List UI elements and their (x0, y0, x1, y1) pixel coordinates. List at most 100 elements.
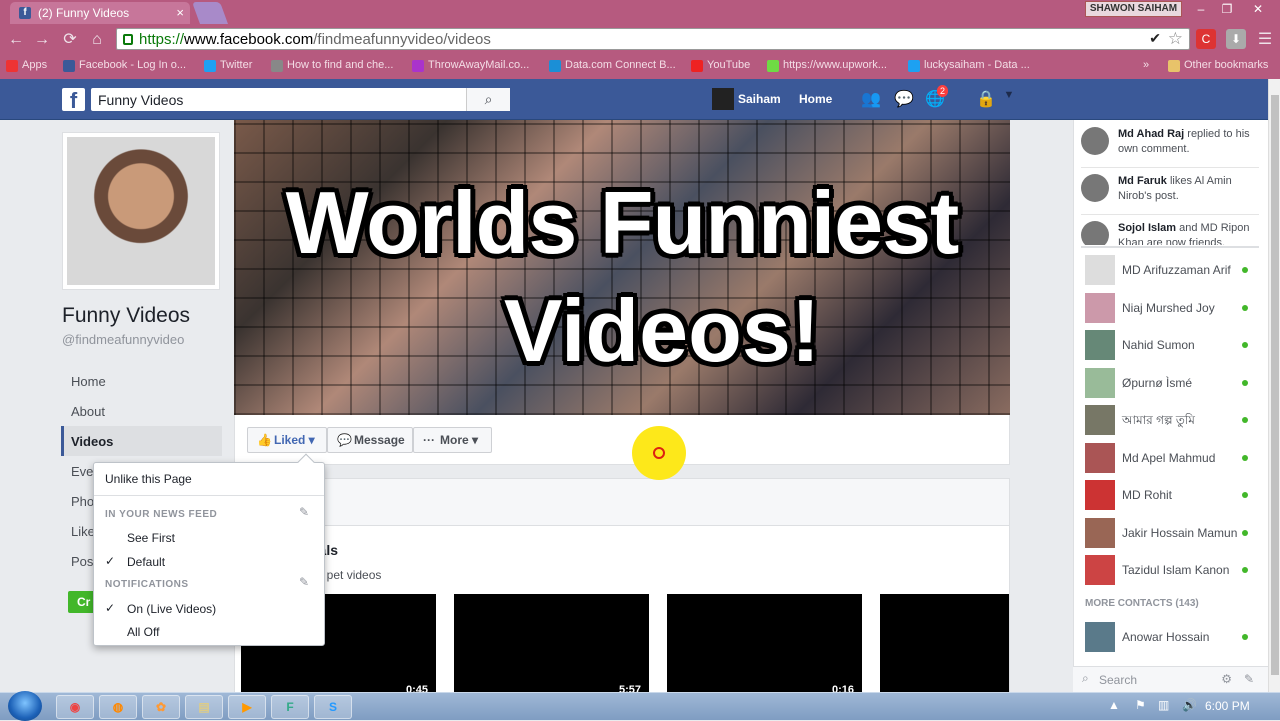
online-indicator-icon (1242, 529, 1248, 536)
chrome-app-icon[interactable]: ◉ (56, 695, 94, 719)
page-profile-picture[interactable] (62, 132, 220, 290)
liked-button[interactable]: 👍 Liked ▾ (247, 427, 327, 453)
left-nav-item[interactable]: Videos (61, 426, 222, 456)
bookmark-favicon-icon (908, 60, 920, 72)
tab-close-icon[interactable]: × (176, 5, 184, 20)
other-bookmarks[interactable]: Other bookmarks (1168, 59, 1268, 75)
bookmarks-overflow-icon[interactable]: » (1143, 59, 1149, 75)
reload-icon[interactable]: ⟳ (59, 29, 81, 51)
online-indicator-icon (1242, 417, 1248, 423)
tray-network-icon[interactable]: ▥ (1158, 698, 1169, 712)
tray-chevron-icon[interactable]: ▲ (1108, 698, 1120, 712)
bookmark-item[interactable]: How to find and che... (271, 59, 393, 75)
checkmark-icon[interactable]: ✔ (1149, 30, 1161, 47)
home-link[interactable]: Home (799, 88, 832, 110)
friends-icon[interactable]: 👥 (860, 89, 882, 109)
f-app-icon[interactable]: F (271, 695, 309, 719)
tab-funny-videos[interactable]: f (2) Funny Videos × (10, 2, 190, 24)
more-button[interactable]: ··· More ▾ (413, 427, 492, 453)
forward-icon[interactable]: → (31, 29, 53, 51)
contact-item[interactable]: Anowar Hossain (1085, 622, 1257, 652)
search-icon[interactable]: ⌕ (466, 88, 510, 111)
bookmark-item[interactable]: https://www.upwork... (767, 59, 887, 75)
default-item[interactable]: Default (127, 555, 165, 569)
chat-search-input[interactable]: ⌕ Search ⚙ ✎ (1073, 666, 1268, 692)
profile-link[interactable]: Saiham (712, 88, 781, 110)
bookmark-star-icon[interactable]: ☆ (1168, 29, 1183, 49)
contact-item[interactable]: আমার গল্প তুমি (1085, 405, 1257, 435)
firefox-app-icon[interactable]: ◍ (99, 695, 137, 719)
ticker-divider (1081, 214, 1259, 215)
ticker-item[interactable]: Md Ahad Raj replied to his own comment. (1081, 127, 1261, 157)
media-app-icon[interactable]: ▶ (228, 695, 266, 719)
contact-item[interactable]: Niaj Murshed Joy (1085, 292, 1257, 323)
ticker-item[interactable]: Md Faruk likes Al Amin Nirob's post. (1081, 174, 1261, 204)
see-first-item[interactable]: See First (127, 531, 175, 545)
page-action-bar: 👍 Liked ▾ 💬 Message ··· More ▾ (234, 415, 1010, 465)
bookmark-label: Data.com Connect B... (565, 59, 676, 71)
bookmark-favicon-icon (271, 60, 283, 72)
contact-item[interactable]: Øpurnø Ìsmé (1085, 367, 1257, 398)
ticker-item[interactable]: Sojol Islam and MD Ripon Khan are now fr… (1081, 221, 1261, 245)
paint-app-icon[interactable]: ✿ (142, 695, 180, 719)
online-indicator-icon (1242, 567, 1248, 573)
new-tab-button[interactable] (191, 2, 229, 24)
message-label: Message (354, 433, 405, 447)
messages-icon[interactable]: 💬 (893, 89, 915, 109)
browser-user-chip[interactable]: SHAWON SAIHAM (1085, 1, 1182, 17)
gear-icon[interactable]: ⚙ (1221, 672, 1232, 686)
contact-item[interactable]: Tazidul Islam Kanon (1085, 555, 1257, 585)
taskbar-clock[interactable]: 6:00 PM (1205, 699, 1250, 713)
all-off-item[interactable]: All Off (127, 625, 159, 639)
bookmark-item[interactable]: luckysaiham - Data ... (908, 59, 1030, 75)
facebook-search-input[interactable]: Funny Videos ⌕ (91, 88, 510, 111)
bookmark-item[interactable]: Facebook - Log In o... (63, 59, 186, 75)
extension-c-icon[interactable]: C (1196, 29, 1216, 49)
left-nav-item[interactable]: Home (61, 366, 222, 396)
avatar (1085, 367, 1115, 398)
start-button-icon[interactable] (8, 691, 42, 721)
left-nav-item[interactable]: About (61, 396, 222, 426)
address-bar[interactable]: https://www.facebook.com/findmeafunnyvid… (116, 28, 1190, 50)
contact-item[interactable]: MD Rohit (1085, 480, 1257, 510)
chrome-menu-icon[interactable]: ☰ (1254, 29, 1276, 51)
video-thumbnail[interactable] (880, 594, 1009, 694)
videos-header-panel (234, 478, 1010, 526)
new-message-icon[interactable]: ✎ (1244, 672, 1254, 686)
video-thumbnail[interactable]: 0:16 (667, 594, 862, 696)
bookmark-item[interactable]: Apps (6, 59, 47, 75)
facebook-logo-icon[interactable]: f (62, 88, 85, 113)
home-icon[interactable]: ⌂ (86, 29, 108, 51)
bookmark-label: luckysaiham - Data ... (924, 59, 1030, 71)
message-button[interactable]: 💬 Message (327, 427, 413, 453)
contact-item[interactable]: Jakir Hossain Mamun (1085, 517, 1257, 548)
restore-icon[interactable]: ❐ (1214, 0, 1240, 18)
on-live-videos-item[interactable]: On (Live Videos) (127, 602, 216, 616)
avatar (1085, 405, 1115, 435)
bookmark-item[interactable]: Twitter (204, 59, 252, 75)
download-icon[interactable]: ⬇ (1226, 29, 1246, 49)
contact-item[interactable]: Md Apel Mahmud (1085, 442, 1257, 473)
caret-icon[interactable]: ▼ (998, 89, 1020, 109)
skype-app-icon[interactable]: S (314, 695, 352, 719)
url-scheme: https:// (139, 31, 185, 48)
cover-photo[interactable]: Worlds Funniest Videos! (234, 120, 1010, 415)
unlike-page-item[interactable]: Unlike this Page (105, 472, 192, 486)
minimize-icon[interactable]: – (1188, 0, 1214, 18)
bookmark-item[interactable]: YouTube (691, 59, 750, 75)
video-thumbnail[interactable]: 5:57 (454, 594, 649, 696)
bookmark-item[interactable]: Data.com Connect B... (549, 59, 676, 75)
window-close-icon[interactable]: ✕ (1240, 0, 1276, 18)
back-icon[interactable]: ← (5, 29, 27, 51)
page-scrollbar[interactable] (1268, 79, 1280, 692)
tray-volume-icon[interactable]: 🔊 (1182, 698, 1197, 712)
explorer-app-icon[interactable]: ▤ (185, 695, 223, 719)
contact-item[interactable]: Nahid Sumon (1085, 330, 1257, 360)
page-title[interactable]: Funny Videos (62, 304, 190, 328)
edit-news-feed-icon[interactable]: ✎ (299, 505, 309, 519)
tray-flag-icon[interactable]: ⚑ (1135, 698, 1146, 712)
bookmark-item[interactable]: ThrowAwayMail.co... (412, 59, 529, 75)
edit-notifications-icon[interactable]: ✎ (299, 575, 309, 589)
contact-item[interactable]: MD Arifuzzaman Arif (1085, 255, 1257, 285)
lock-icon[interactable]: 🔒 (975, 89, 997, 109)
